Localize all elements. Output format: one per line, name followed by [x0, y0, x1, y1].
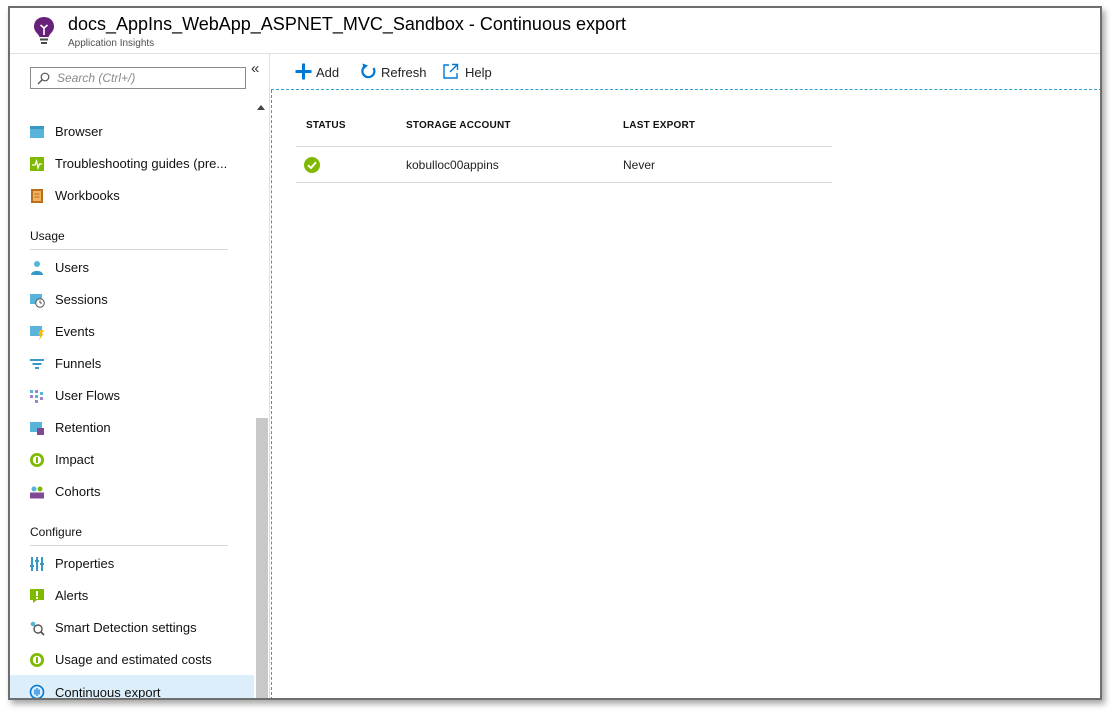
sidebar-item-label: User Flows — [55, 388, 121, 403]
sidebar-item-continuous-export[interactable]: Continuous export — [10, 675, 254, 700]
users-icon — [31, 261, 43, 275]
collapse-sidebar-button[interactable]: « — [251, 60, 259, 77]
alerts-icon — [30, 589, 44, 603]
header-divider — [296, 146, 832, 147]
content-divider — [271, 90, 272, 698]
column-header-last-export: LAST EXPORT — [623, 120, 696, 131]
last-export-cell: Never — [623, 158, 656, 172]
open-in-new-window-icon — [443, 63, 459, 79]
section-header-usage: Usage — [30, 229, 65, 243]
sidebar: « Browser Troubleshooting guides (pre... — [10, 54, 270, 700]
funnels-icon — [30, 359, 44, 369]
sidebar-item-label: Smart Detection settings — [55, 620, 197, 635]
smart-detection-icon — [30, 621, 45, 636]
search-input[interactable] — [57, 70, 241, 86]
search-box[interactable] — [30, 67, 246, 89]
sidebar-item-smart-detection-settings[interactable]: Smart Detection settings — [10, 612, 254, 644]
sidebar-item-label: Retention — [55, 420, 111, 435]
usage-costs-icon — [30, 653, 44, 667]
sessions-icon — [30, 294, 45, 308]
browser-icon — [30, 126, 44, 138]
sidebar-item-label: Events — [55, 324, 95, 339]
sidebar-item-events[interactable]: Events — [10, 316, 254, 348]
properties-icon — [30, 557, 44, 571]
row-divider — [296, 182, 832, 183]
sidebar-item-label: Users — [55, 260, 89, 275]
sidebar-item-sessions[interactable]: Sessions — [10, 284, 254, 316]
retention-icon — [30, 422, 44, 435]
sidebar-item-usage-and-estimated-costs[interactable]: Usage and estimated costs — [10, 644, 254, 676]
blade-header: docs_AppIns_WebApp_ASPNET_MVC_Sandbox - … — [10, 8, 1100, 54]
column-header-storage-account: STORAGE ACCOUNT — [406, 120, 511, 131]
status-success-icon — [304, 157, 320, 173]
section-divider — [30, 545, 228, 546]
section-header-configure: Configure — [30, 525, 83, 539]
workbooks-icon — [31, 189, 43, 203]
sidebar-item-alerts[interactable]: Alerts — [10, 580, 254, 612]
sidebar-item-properties[interactable]: Properties — [10, 548, 254, 580]
sidebar-item-label: Troubleshooting guides (pre... — [55, 156, 228, 171]
page-subtitle: Application Insights — [68, 38, 155, 49]
sidebar-item-cohorts[interactable]: Cohorts — [10, 476, 254, 508]
sidebar-item-browser[interactable]: Browser — [10, 116, 254, 148]
troubleshooting-icon — [30, 157, 44, 171]
sidebar-item-label: Continuous export — [55, 685, 161, 700]
section-divider — [30, 249, 228, 250]
sidebar-scrollbar[interactable] — [254, 100, 268, 698]
events-icon — [30, 326, 44, 340]
sidebar-item-label: Sessions — [55, 292, 108, 307]
refresh-icon — [361, 63, 376, 79]
sidebar-item-label: Funnels — [55, 356, 102, 371]
refresh-button[interactable]: Refresh — [360, 62, 430, 82]
continuous-export-icon — [29, 684, 45, 698]
sidebar-item-label: Usage and estimated costs — [55, 652, 212, 667]
app-window: docs_AppIns_WebApp_ASPNET_MVC_Sandbox - … — [8, 6, 1102, 700]
user-flows-icon — [30, 390, 43, 403]
application-insights-icon — [34, 17, 54, 44]
sidebar-item-retention[interactable]: Retention — [10, 412, 254, 444]
storage-account-cell: kobulloc00appins — [406, 158, 499, 172]
sidebar-item-troubleshooting-guides[interactable]: Troubleshooting guides (pre... — [10, 148, 254, 180]
column-header-status: STATUS — [306, 120, 346, 131]
search-icon — [37, 72, 50, 85]
help-button[interactable]: Help — [442, 62, 498, 82]
page-title: docs_AppIns_WebApp_ASPNET_MVC_Sandbox - … — [68, 14, 626, 34]
add-icon — [295, 63, 312, 80]
scrollbar-thumb[interactable] — [256, 418, 268, 698]
sidebar-item-label: Alerts — [55, 588, 89, 603]
main-content: Add Refresh Help STATUS STORAGE ACCOUNT — [271, 54, 1100, 698]
cohorts-icon — [30, 486, 44, 499]
sidebar-item-label: Properties — [55, 556, 115, 571]
sidebar-item-users[interactable]: Users — [10, 252, 254, 284]
sidebar-item-label: Impact — [55, 452, 95, 467]
sidebar-item-user-flows[interactable]: User Flows — [10, 380, 254, 412]
add-button[interactable]: Add — [295, 62, 345, 82]
sidebar-item-funnels[interactable]: Funnels — [10, 348, 254, 380]
sidebar-item-label: Cohorts — [55, 484, 101, 499]
sidebar-item-label: Workbooks — [55, 188, 120, 203]
sidebar-item-label: Browser — [55, 124, 103, 139]
scroll-up-arrow-icon[interactable] — [257, 105, 265, 110]
sidebar-item-workbooks[interactable]: Workbooks — [10, 180, 254, 212]
sidebar-item-impact[interactable]: Impact — [10, 444, 254, 476]
command-bar: Add Refresh Help — [271, 54, 1100, 90]
impact-icon — [30, 453, 44, 467]
